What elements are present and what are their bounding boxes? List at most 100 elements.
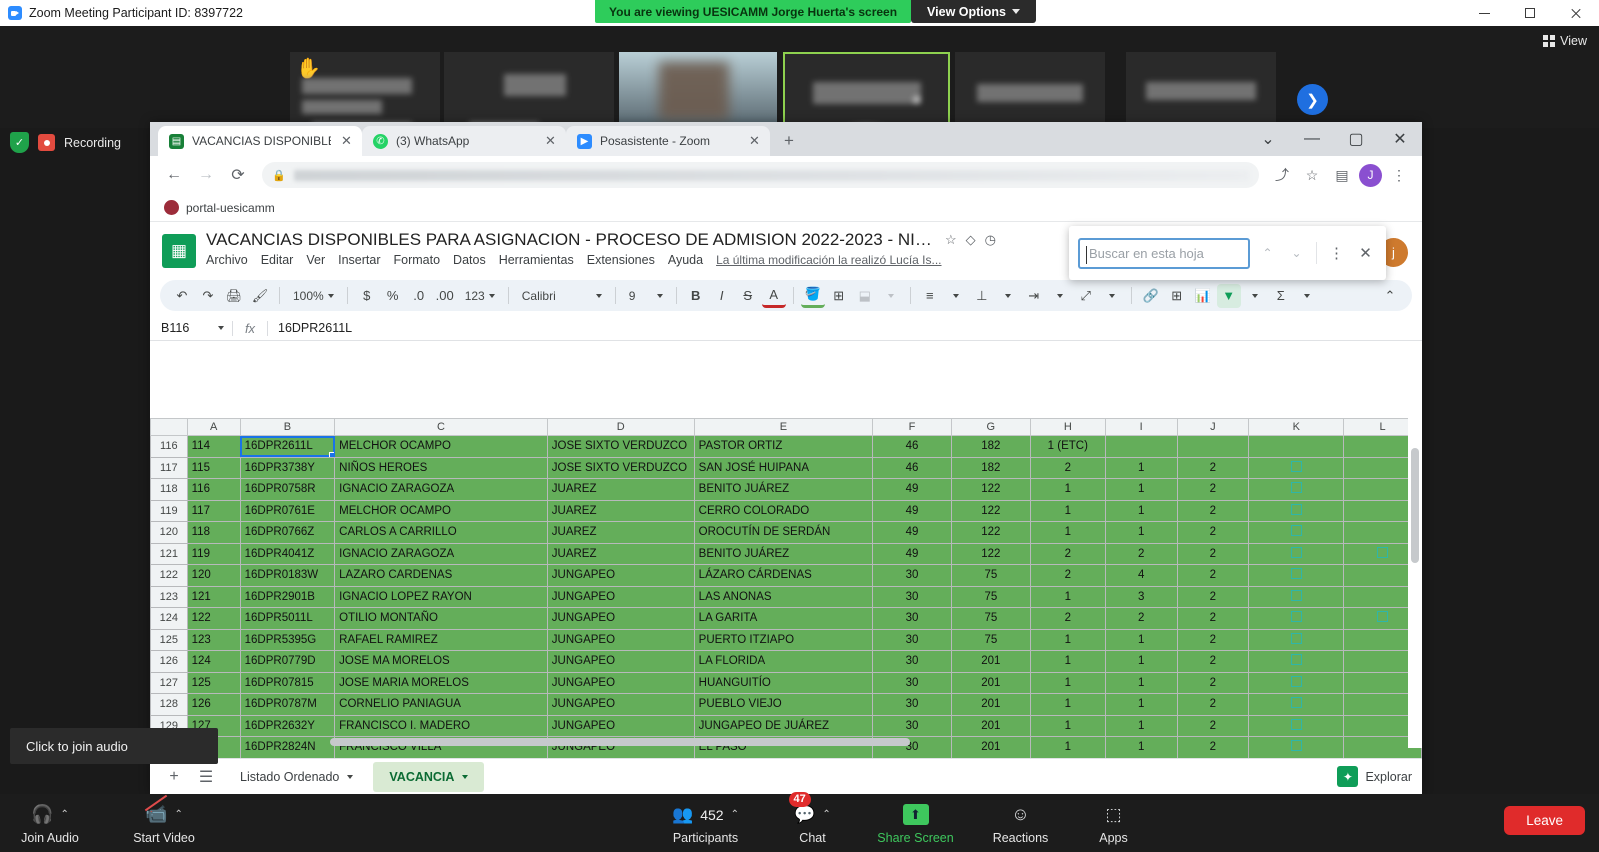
paint-format-icon[interactable]: 🖌 [248, 284, 272, 308]
cell-K117[interactable] [1248, 456, 1345, 479]
chrome-maximize-button[interactable]: ▢ [1334, 124, 1378, 154]
cell-H116[interactable]: 1 (ETC) [1029, 435, 1106, 458]
cell-C118[interactable]: IGNACIO ZARAGOZA [334, 478, 548, 501]
last-modified-link[interactable]: La última modificación la realizó Lucía … [716, 253, 941, 267]
cell-K127[interactable] [1248, 671, 1345, 694]
cell-I126[interactable]: 1 [1104, 650, 1178, 673]
cell-D117[interactable]: JOSE SIXTO VERDUZCO [546, 456, 695, 479]
horizontal-align-icon[interactable]: ≡ [918, 284, 942, 308]
cell-H118[interactable]: 1 [1029, 478, 1106, 501]
cell-E126[interactable]: LA FLORIDA [693, 650, 874, 673]
row-header[interactable]: 116 [150, 435, 188, 458]
cell-H117[interactable]: 2 [1029, 456, 1106, 479]
cell-K121[interactable] [1248, 542, 1345, 565]
chrome-close-button[interactable]: ✕ [1378, 124, 1422, 154]
cell-D125[interactable]: JUNGAPEO [546, 628, 695, 651]
close-tab-icon[interactable]: ✕ [543, 133, 558, 149]
cell-H120[interactable]: 1 [1029, 521, 1106, 544]
apps-button[interactable]: ⬚ Apps [1071, 794, 1157, 852]
start-video-button[interactable]: 📹 ⌃ Start Video [124, 794, 204, 852]
cell-K126[interactable] [1248, 650, 1345, 673]
cell-K123[interactable] [1248, 585, 1345, 608]
cell-D127[interactable]: JUNGAPEO [546, 671, 695, 694]
document-title[interactable]: VACANCIAS DISPONIBLES PARA ASIGNACION - … [206, 230, 936, 250]
cell-K118[interactable] [1248, 478, 1345, 501]
cell-B125[interactable]: 16DPR5395G [239, 628, 336, 651]
cell-I128[interactable]: 1 [1104, 693, 1178, 716]
checkbox-icon[interactable] [1290, 546, 1302, 558]
sheet-tab-vacancia[interactable]: VACANCIA [373, 761, 485, 792]
menu-editar[interactable]: Editar [261, 253, 294, 267]
cell-G127[interactable]: 201 [950, 671, 1031, 694]
cell-I116[interactable] [1104, 435, 1178, 458]
cell-A124[interactable]: 122 [186, 607, 241, 630]
percent-format-icon[interactable]: % [381, 284, 405, 308]
cell-G125[interactable]: 75 [950, 628, 1031, 651]
column-header-i[interactable]: I [1104, 418, 1178, 436]
cell-H119[interactable]: 1 [1029, 499, 1106, 522]
functions-dropdown-icon[interactable] [1295, 284, 1319, 308]
row-header[interactable]: 126 [150, 650, 188, 673]
cell-A127[interactable]: 125 [186, 671, 241, 694]
table-row[interactable]: 121 119 16DPR4041Z IGNACIO ZARAGOZA JUAREZ BE… [150, 542, 1422, 565]
formula-input[interactable]: 16DPR2611L [268, 321, 352, 335]
cell-B121[interactable]: 16DPR4041Z [239, 542, 336, 565]
address-bar[interactable]: 🔒 [262, 162, 1259, 188]
menu-datos[interactable]: Datos [453, 253, 486, 267]
find-previous-icon[interactable]: ⌃ [1256, 242, 1279, 265]
cell-E120[interactable]: OROCUTÍN DE SERDÁN [693, 521, 874, 544]
cell-K124[interactable] [1248, 607, 1345, 630]
cell-J123[interactable]: 2 [1176, 585, 1250, 608]
row-header[interactable]: 127 [150, 671, 188, 694]
checkbox-icon[interactable] [1290, 654, 1302, 666]
text-rotation-icon[interactable]: ⤢ [1074, 284, 1098, 308]
gallery-next-button[interactable]: ❯ [1297, 84, 1328, 115]
chevron-up-icon[interactable]: ⌃ [822, 809, 830, 820]
menu-herramientas[interactable]: Herramientas [499, 253, 574, 267]
cell-C120[interactable]: CARLOS A CARRILLO [334, 521, 548, 544]
text-color-icon[interactable]: A [761, 284, 786, 308]
cell-A119[interactable]: 117 [186, 499, 241, 522]
cell-D122[interactable]: JUNGAPEO [546, 564, 695, 587]
cell-G116[interactable]: 182 [950, 435, 1031, 458]
cell-G128[interactable]: 201 [950, 693, 1031, 716]
join-audio-button[interactable]: 🎧 ⌃ Join Audio [10, 794, 90, 852]
cell-F116[interactable]: 46 [872, 435, 952, 458]
cell-B126[interactable]: 16DPR0779D [239, 650, 336, 673]
participants-button[interactable]: 👥 452 ⌃ Participants [647, 794, 765, 852]
sheet-tab-listado-ordenado[interactable]: Listado Ordenado [224, 762, 369, 792]
cell-J120[interactable]: 2 [1176, 521, 1250, 544]
cell-D120[interactable]: JUAREZ [546, 521, 695, 544]
cell-E121[interactable]: BENITO JUÁREZ [693, 542, 874, 565]
cell-I125[interactable]: 1 [1104, 628, 1178, 651]
font-size-dropdown[interactable]: 9 [623, 284, 669, 308]
cell-H124[interactable]: 2 [1029, 607, 1106, 630]
record-icon[interactable] [38, 134, 55, 151]
cell-I117[interactable]: 1 [1104, 456, 1178, 479]
chrome-menu-icon[interactable]: ⋮ [1386, 162, 1412, 188]
cell-J117[interactable]: 2 [1176, 456, 1250, 479]
checkbox-icon[interactable] [1290, 632, 1302, 644]
function-icon[interactable]: fx [233, 321, 267, 336]
cell-A122[interactable]: 120 [186, 564, 241, 587]
column-header-j[interactable]: J [1176, 418, 1250, 436]
chat-button[interactable]: 💬 47 ⌃ Chat [765, 792, 861, 852]
checkbox-icon[interactable] [1290, 611, 1302, 623]
cell-J124[interactable]: 2 [1176, 607, 1250, 630]
cell-B118[interactable]: 16DPR0758R [239, 478, 336, 501]
currency-format-icon[interactable]: $ [355, 284, 379, 308]
strikethrough-icon[interactable]: S [736, 284, 760, 308]
cell-B116[interactable]: 16DPR2611L [239, 435, 336, 458]
column-header-f[interactable]: F [872, 418, 952, 436]
undo-icon[interactable]: ↶ [170, 284, 194, 308]
move-folder-icon[interactable]: ◇ [966, 232, 976, 248]
cell-K120[interactable] [1248, 521, 1345, 544]
find-more-options-icon[interactable]: ⋮ [1325, 242, 1348, 265]
cell-K119[interactable] [1248, 499, 1345, 522]
merge-cells-icon[interactable]: ⬓ [853, 284, 877, 308]
cell-K116[interactable] [1248, 435, 1345, 458]
explore-button[interactable]: ✦ Explorar [1337, 766, 1412, 787]
view-layout-button[interactable]: View [1543, 34, 1587, 48]
cell-D126[interactable]: JUNGAPEO [546, 650, 695, 673]
add-sheet-button[interactable]: + [160, 763, 188, 791]
